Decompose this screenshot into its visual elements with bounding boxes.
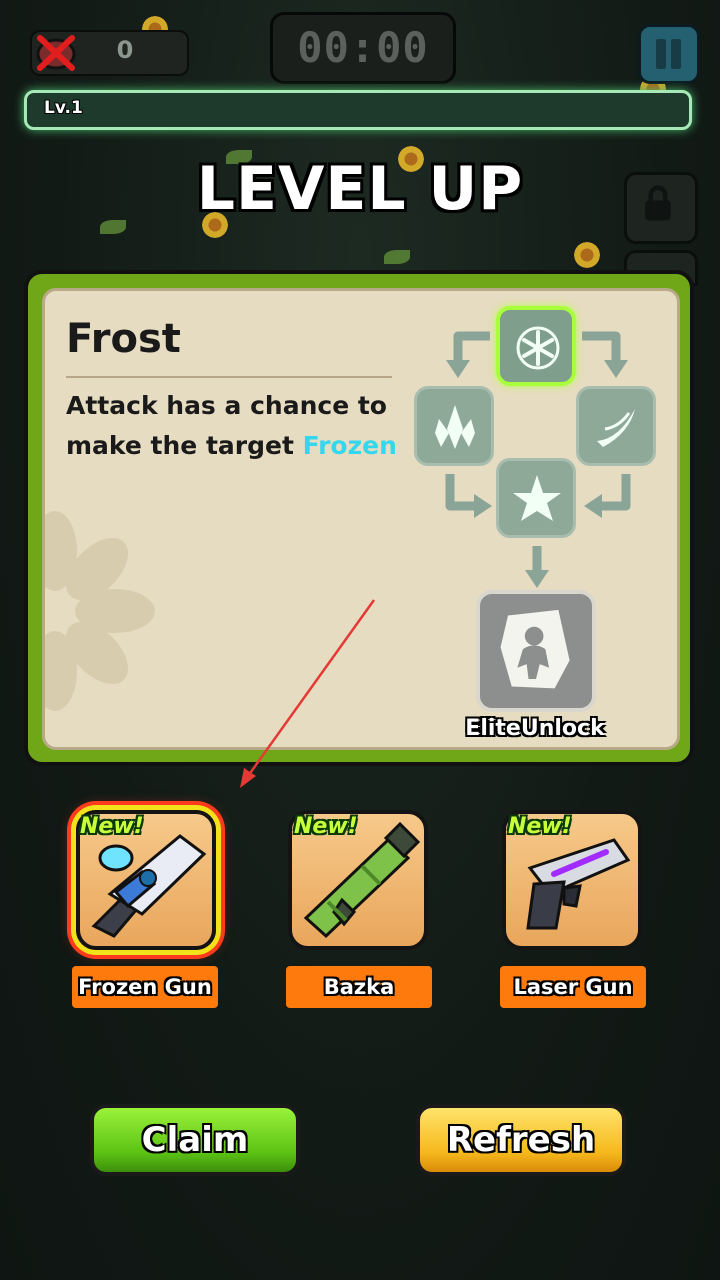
- new-badge: New!: [80, 814, 144, 839]
- leaf-decoration: [384, 250, 410, 264]
- divider: [66, 376, 392, 378]
- lock-slot[interactable]: [624, 172, 698, 244]
- frozen-highlight: Frozen: [302, 431, 397, 460]
- skill-description: Attack has a chance to make the target F…: [66, 386, 406, 466]
- ice-wind-icon: [597, 409, 635, 447]
- skill-name: Frost: [66, 316, 181, 362]
- claim-button[interactable]: Claim: [90, 1104, 300, 1176]
- skill-node-elite[interactable]: [476, 590, 596, 712]
- snowflake-icon: [516, 326, 560, 370]
- frozen-star-icon: [513, 475, 561, 521]
- flower-watermark-icon: [45, 511, 155, 711]
- pause-button[interactable]: [638, 24, 700, 84]
- new-badge: New!: [508, 814, 572, 839]
- flower-decoration: [572, 240, 602, 270]
- page-title: LEVEL UP: [196, 154, 524, 224]
- weapon-label-bazka: Bazka: [286, 966, 432, 1008]
- weapon-label-laser-gun: Laser Gun: [500, 966, 646, 1008]
- lock-icon: [645, 185, 671, 221]
- enemy-kill-icon: [36, 35, 76, 71]
- skill-node-frost-core[interactable]: [496, 306, 576, 386]
- level-label: Lv.1: [44, 98, 83, 118]
- new-badge: New!: [294, 814, 358, 839]
- frozen-figure-icon: [500, 609, 570, 689]
- skill-node-ice-wind[interactable]: [576, 386, 656, 466]
- skill-node-frozen-star[interactable]: [496, 458, 576, 538]
- refresh-button[interactable]: Refresh: [416, 1104, 626, 1176]
- ice-crystal-icon: [435, 405, 475, 449]
- skill-node-ice-crystal[interactable]: [414, 386, 494, 466]
- xp-bar: [24, 90, 692, 130]
- game-timer: 00:00: [270, 12, 456, 84]
- weapon-label-frozen-gun: Frozen Gun: [72, 966, 218, 1008]
- kill-count: 0: [116, 36, 134, 64]
- elite-unlock-label: EliteUnlock: [465, 716, 605, 741]
